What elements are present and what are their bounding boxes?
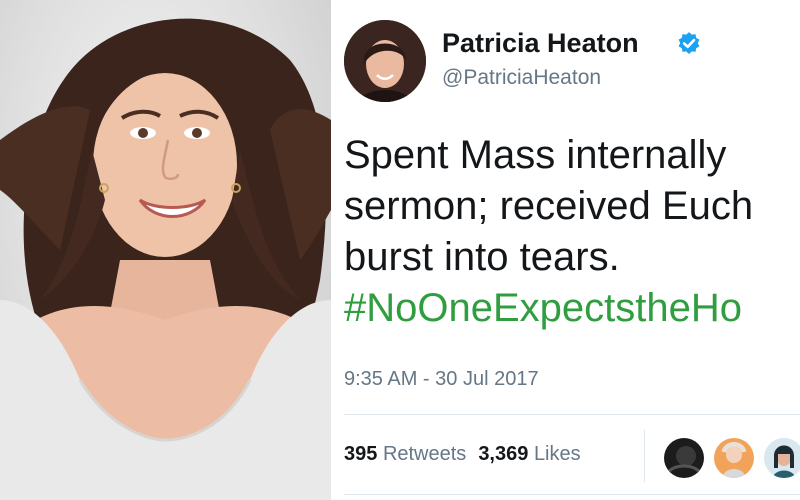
likes-label: Likes [533, 443, 581, 465]
tweet-text-line: burst into tears. [344, 235, 620, 279]
liker-avatar[interactable] [714, 438, 754, 478]
liker-avatar[interactable] [664, 438, 704, 478]
portrait-photo [0, 0, 331, 500]
tweet-text-line: sermon; received Euch [344, 184, 754, 228]
profile-avatar[interactable] [344, 20, 426, 102]
tweet-text-line: Spent Mass internally [344, 133, 727, 177]
divider-line [344, 414, 800, 415]
tweet-timestamp[interactable]: 9:35 AM - 30 Jul 2017 [344, 368, 539, 391]
portrait-illustration [0, 18, 331, 500]
user-handle[interactable]: @PatriciaHeaton [442, 66, 601, 90]
tweet-card: Patricia Heaton @PatriciaHeaton Spent Ma… [336, 0, 800, 500]
likes-stat[interactable]: 3,369 Likes [478, 443, 580, 465]
stats-separator [644, 430, 645, 482]
verified-badge-icon [678, 32, 700, 54]
tweet-body: Spent Mass internally sermon; received E… [344, 130, 800, 334]
divider-line [344, 494, 800, 495]
hashtag-link[interactable]: #NoOneExpectstheHo [344, 283, 800, 334]
retweets-label: Retweets [382, 443, 467, 465]
retweets-count: 395 [344, 443, 378, 465]
likes-count: 3,369 [478, 443, 529, 465]
retweets-stat[interactable]: 395 Retweets [344, 443, 466, 465]
display-name[interactable]: Patricia Heaton [442, 28, 639, 59]
engagement-stats: 395 Retweets 3,369 Likes [344, 443, 581, 466]
liker-avatar[interactable] [764, 438, 800, 478]
